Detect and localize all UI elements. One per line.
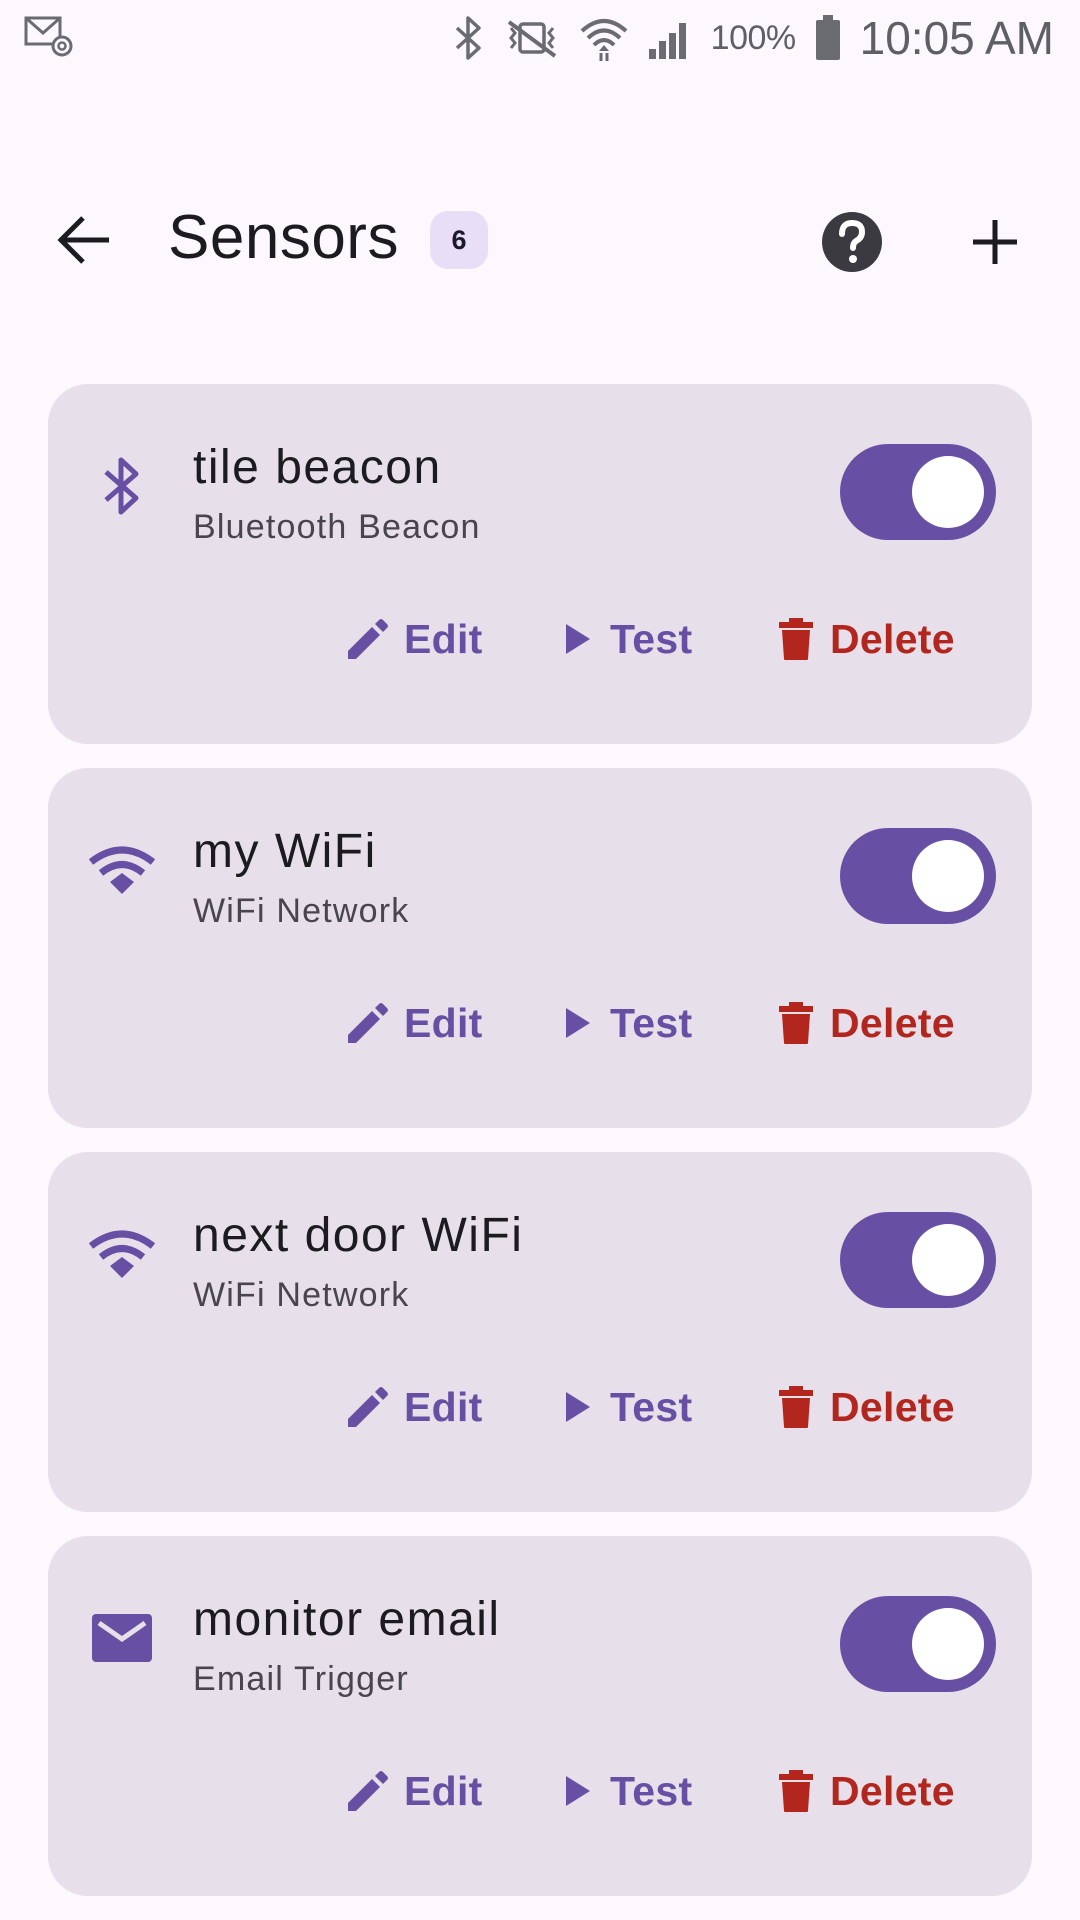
sensor-name: tile beacon [193,441,442,494]
pencil-icon [344,1769,388,1813]
test-label: Test [610,1383,693,1430]
test-button[interactable]: Test [562,604,692,674]
wifi-status-icon [579,13,629,63]
back-button[interactable] [50,214,120,270]
bluetooth-icon [86,450,158,522]
help-icon [820,212,884,278]
page-title: Sensors [168,203,399,272]
edit-label: Edit [404,999,483,1046]
signal-icon [647,15,693,61]
sensor-count-badge: 6 [430,211,488,269]
sensor-actions: Edit Test Delete [48,604,1032,674]
battery-percent: 100% [710,18,796,57]
delete-label: Delete [830,999,955,1046]
status-bar: 100% 10:05 AM [0,0,1080,78]
edit-label: Edit [404,1383,483,1430]
sensor-name: my WiFi [193,825,377,878]
trash-icon [778,1769,814,1813]
sensor-name: monitor email [193,1593,501,1646]
edit-button[interactable]: Edit [344,988,483,1058]
bluetooth-status-icon [451,14,485,62]
edit-label: Edit [404,615,483,662]
test-button[interactable]: Test [562,1372,692,1442]
sensor-type: WiFi Network [193,892,410,930]
delete-label: Delete [830,1767,955,1814]
test-label: Test [610,615,693,662]
pencil-icon [344,1001,388,1045]
delete-button[interactable]: Delete [778,1372,955,1442]
trash-icon [778,1001,814,1045]
sensor-list: tile beacon Bluetooth Beacon Edit Test D… [48,384,1032,1920]
play-icon [562,621,594,657]
email-notification-icon [24,14,74,58]
clock: 10:05 AM [859,12,1054,64]
sensor-enabled-toggle[interactable] [840,1596,996,1692]
sensor-name: next door WiFi [193,1209,524,1262]
wifi-icon [86,834,158,906]
sensor-type: Bluetooth Beacon [193,508,481,546]
delete-button[interactable]: Delete [778,988,955,1058]
app-bar: Sensors 6 [0,190,1080,290]
delete-label: Delete [830,615,955,662]
toggle-knob [912,1608,984,1680]
toggle-knob [912,1224,984,1296]
sensor-actions: Edit Test Delete [48,1756,1032,1826]
pencil-icon [344,617,388,661]
play-icon [562,1005,594,1041]
test-button[interactable]: Test [562,1756,692,1826]
play-icon [562,1773,594,1809]
toggle-knob [912,840,984,912]
delete-label: Delete [830,1383,955,1430]
trash-icon [778,617,814,661]
sensor-actions: Edit Test Delete [48,1372,1032,1442]
vibrate-mute-icon [503,16,561,60]
toggle-knob [912,456,984,528]
add-sensor-button[interactable] [965,212,1025,272]
sensor-type: WiFi Network [193,1276,410,1314]
pencil-icon [344,1385,388,1429]
test-button[interactable]: Test [562,988,692,1058]
test-label: Test [610,1767,693,1814]
sensor-card: my WiFi WiFi Network Edit Test Delete [48,768,1032,1128]
back-arrow-icon [57,215,113,270]
play-icon [562,1389,594,1425]
email-icon [86,1602,158,1674]
test-label: Test [610,999,693,1046]
sensor-card: monitor email Email Trigger Edit Test De… [48,1536,1032,1896]
wifi-icon [86,1218,158,1290]
delete-button[interactable]: Delete [778,604,955,674]
sensor-card: next door WiFi WiFi Network Edit Test De… [48,1152,1032,1512]
sensor-enabled-toggle[interactable] [840,444,996,540]
edit-button[interactable]: Edit [344,1372,483,1442]
sensor-type: Email Trigger [193,1660,409,1698]
edit-button[interactable]: Edit [344,1756,483,1826]
sensor-enabled-toggle[interactable] [840,1212,996,1308]
add-icon [965,220,1025,276]
delete-button[interactable]: Delete [778,1756,955,1826]
help-button[interactable] [820,210,884,274]
trash-icon [778,1385,814,1429]
edit-label: Edit [404,1767,483,1814]
edit-button[interactable]: Edit [344,604,483,674]
sensor-card: tile beacon Bluetooth Beacon Edit Test D… [48,384,1032,744]
battery-icon [814,14,842,62]
sensor-actions: Edit Test Delete [48,988,1032,1058]
sensor-enabled-toggle[interactable] [840,828,996,924]
